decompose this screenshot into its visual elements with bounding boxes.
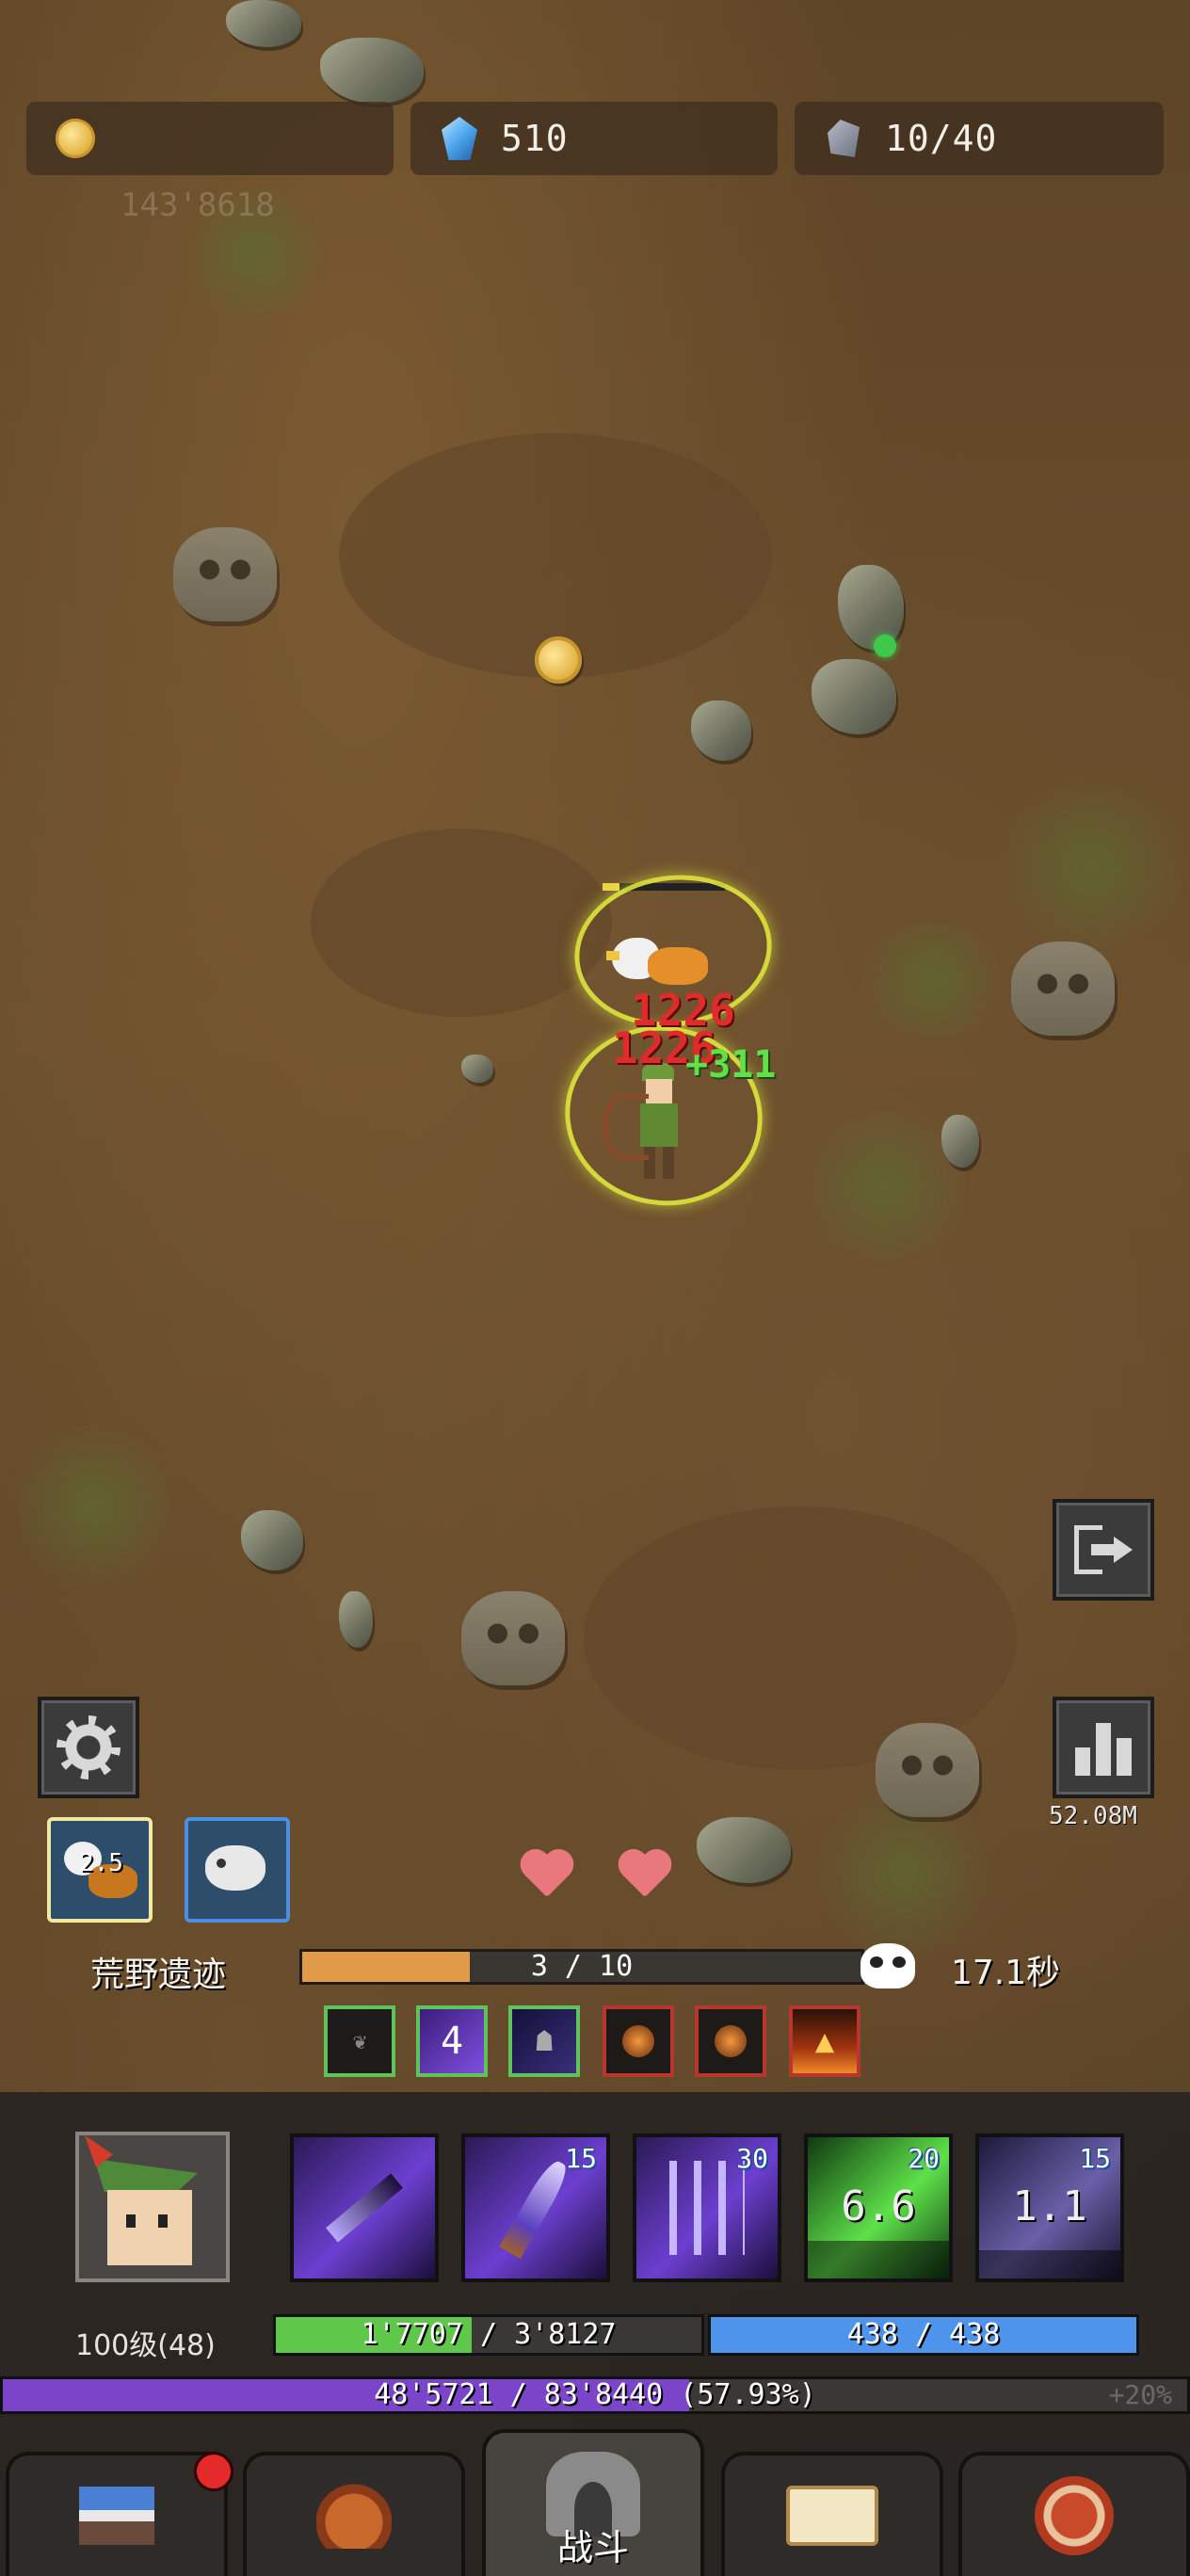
shade-icon: ☗: [535, 2024, 554, 2058]
gem-value: 510: [501, 118, 569, 159]
skill-cooldown: 1.1: [1012, 2182, 1087, 2230]
skill-arrow[interactable]: [290, 2133, 439, 2282]
xp-bar: 48'5721 / 83'8440 (57.93%) +20%: [0, 2376, 1190, 2414]
flame-icon: ▲: [814, 2022, 835, 2060]
bar-chart-icon: [1075, 1719, 1132, 1776]
magnet-icon: [1035, 2476, 1114, 2555]
rock: [941, 1115, 979, 1167]
skill-level-badge: 15: [565, 2143, 597, 2174]
grass-patch: [998, 772, 1186, 960]
open-book-icon: [786, 2486, 878, 2546]
archer-hero[interactable]: [603, 1062, 697, 1184]
rock: [461, 1055, 493, 1083]
skull-decoration: [1011, 942, 1115, 1036]
claw-icon: ❦: [352, 2028, 367, 2054]
stage-progress-bar: 3 / 10: [299, 1949, 864, 1985]
skill-poison-paw[interactable]: 6.6 20: [804, 2133, 953, 2282]
rock: [838, 565, 904, 650]
shop-stall-icon: [79, 2487, 154, 2545]
gold-coin-drop[interactable]: [535, 636, 582, 684]
backpack-icon: [316, 2483, 392, 2549]
ore-counter: 10/40: [795, 102, 1164, 175]
rock: [691, 700, 751, 761]
mp-bar: 438 / 438: [708, 2314, 1139, 2356]
buff-flame[interactable]: ▲: [789, 2005, 860, 2077]
settings-button[interactable]: [38, 1697, 139, 1798]
nav-magnet[interactable]: [958, 2452, 1190, 2576]
buff-fire-orb-2[interactable]: [695, 2005, 766, 2077]
exit-button[interactable]: [1053, 1499, 1154, 1601]
green-gem-pickup[interactable]: [874, 635, 896, 657]
buff-stack-count: 4: [440, 2020, 464, 2063]
buff-shadow-claw[interactable]: ❦: [324, 2005, 395, 2077]
skill-level-badge: 15: [1079, 2143, 1111, 2174]
triple-arrow-icon: [669, 2161, 745, 2255]
skill-hooded-shade[interactable]: 1.1 15: [975, 2133, 1124, 2282]
arrow-icon: [326, 2173, 403, 2243]
faded-gold-readout: 143'8618: [121, 186, 275, 224]
buff-void[interactable]: 4: [416, 2005, 488, 2077]
mp-text: 438 / 438: [846, 2318, 1001, 2351]
boar-pet-icon: [205, 1845, 265, 1891]
skill-cooldown: 6.6: [841, 2182, 916, 2230]
grass-patch: [19, 1412, 169, 1601]
hp-bar: 1'7707 / 3'8127: [273, 2314, 704, 2356]
pet-slot-griffin[interactable]: 2.5: [47, 1817, 153, 1923]
skill-level-badge: 20: [908, 2143, 940, 2174]
battle-label: 战斗: [556, 2527, 629, 2568]
skill-blade[interactable]: 15: [461, 2133, 610, 2282]
rock: [241, 1510, 303, 1570]
buff-fire-orb[interactable]: [603, 2005, 674, 2077]
skull-decoration: [461, 1591, 565, 1685]
ore-icon: [823, 118, 864, 159]
hp-text: 1'7707 / 3'8127: [361, 2318, 617, 2351]
xp-text: 48'5721 / 83'8440 (57.93%): [374, 2378, 816, 2411]
rock: [339, 1591, 373, 1648]
rock: [812, 659, 896, 734]
rock: [320, 38, 424, 104]
stats-button[interactable]: [1053, 1697, 1154, 1798]
fire-orb-icon: [715, 2025, 747, 2057]
stage-name: 荒野遗迹: [90, 1956, 227, 1994]
hero-hat-icon: [94, 2159, 198, 2192]
nav-codex[interactable]: [721, 2452, 943, 2576]
pet-slot-boar[interactable]: [185, 1817, 290, 1923]
ground-crack: [311, 829, 612, 1017]
gear-icon: [60, 1719, 117, 1776]
rock: [226, 0, 301, 47]
notification-dot: [194, 2452, 233, 2491]
nav-battle[interactable]: 战斗: [482, 2429, 704, 2576]
gem-counter: 510: [410, 102, 778, 175]
gold-coin-icon: [55, 118, 96, 159]
skull-decoration: [173, 527, 277, 621]
gold-counter: [26, 102, 394, 175]
life-heart-icon: [616, 1851, 672, 1900]
ore-value: 10/40: [885, 118, 998, 159]
fire-orb-icon: [622, 2025, 654, 2057]
xp-bonus: +20%: [1108, 2379, 1172, 2410]
stage-progress-text: 3 / 10: [530, 1950, 634, 1983]
blade-icon: [499, 2156, 572, 2260]
heal-number: +311: [685, 1043, 777, 1087]
boss-skull-icon: [860, 1943, 915, 1988]
nav-inventory[interactable]: [243, 2452, 465, 2576]
rock: [697, 1817, 791, 1883]
stage-timer: 17.1秒: [951, 1954, 1061, 1992]
blue-gem-icon: [439, 117, 480, 160]
skill-triple-arrow[interactable]: 30: [633, 2133, 781, 2282]
dps-value: 52.08M: [1049, 1802, 1137, 1830]
grass-patch: [847, 923, 1017, 1036]
pet-level: 2.5: [79, 1849, 123, 1877]
buff-shade[interactable]: ☗: [508, 2005, 580, 2077]
exit-icon: [1074, 1525, 1133, 1574]
life-heart-icon: [518, 1851, 574, 1900]
skill-level-badge: 30: [736, 2143, 768, 2174]
skull-decoration: [876, 1723, 979, 1817]
hero-portrait[interactable]: [75, 2132, 230, 2282]
hero-level: 100级(48): [75, 2329, 216, 2362]
